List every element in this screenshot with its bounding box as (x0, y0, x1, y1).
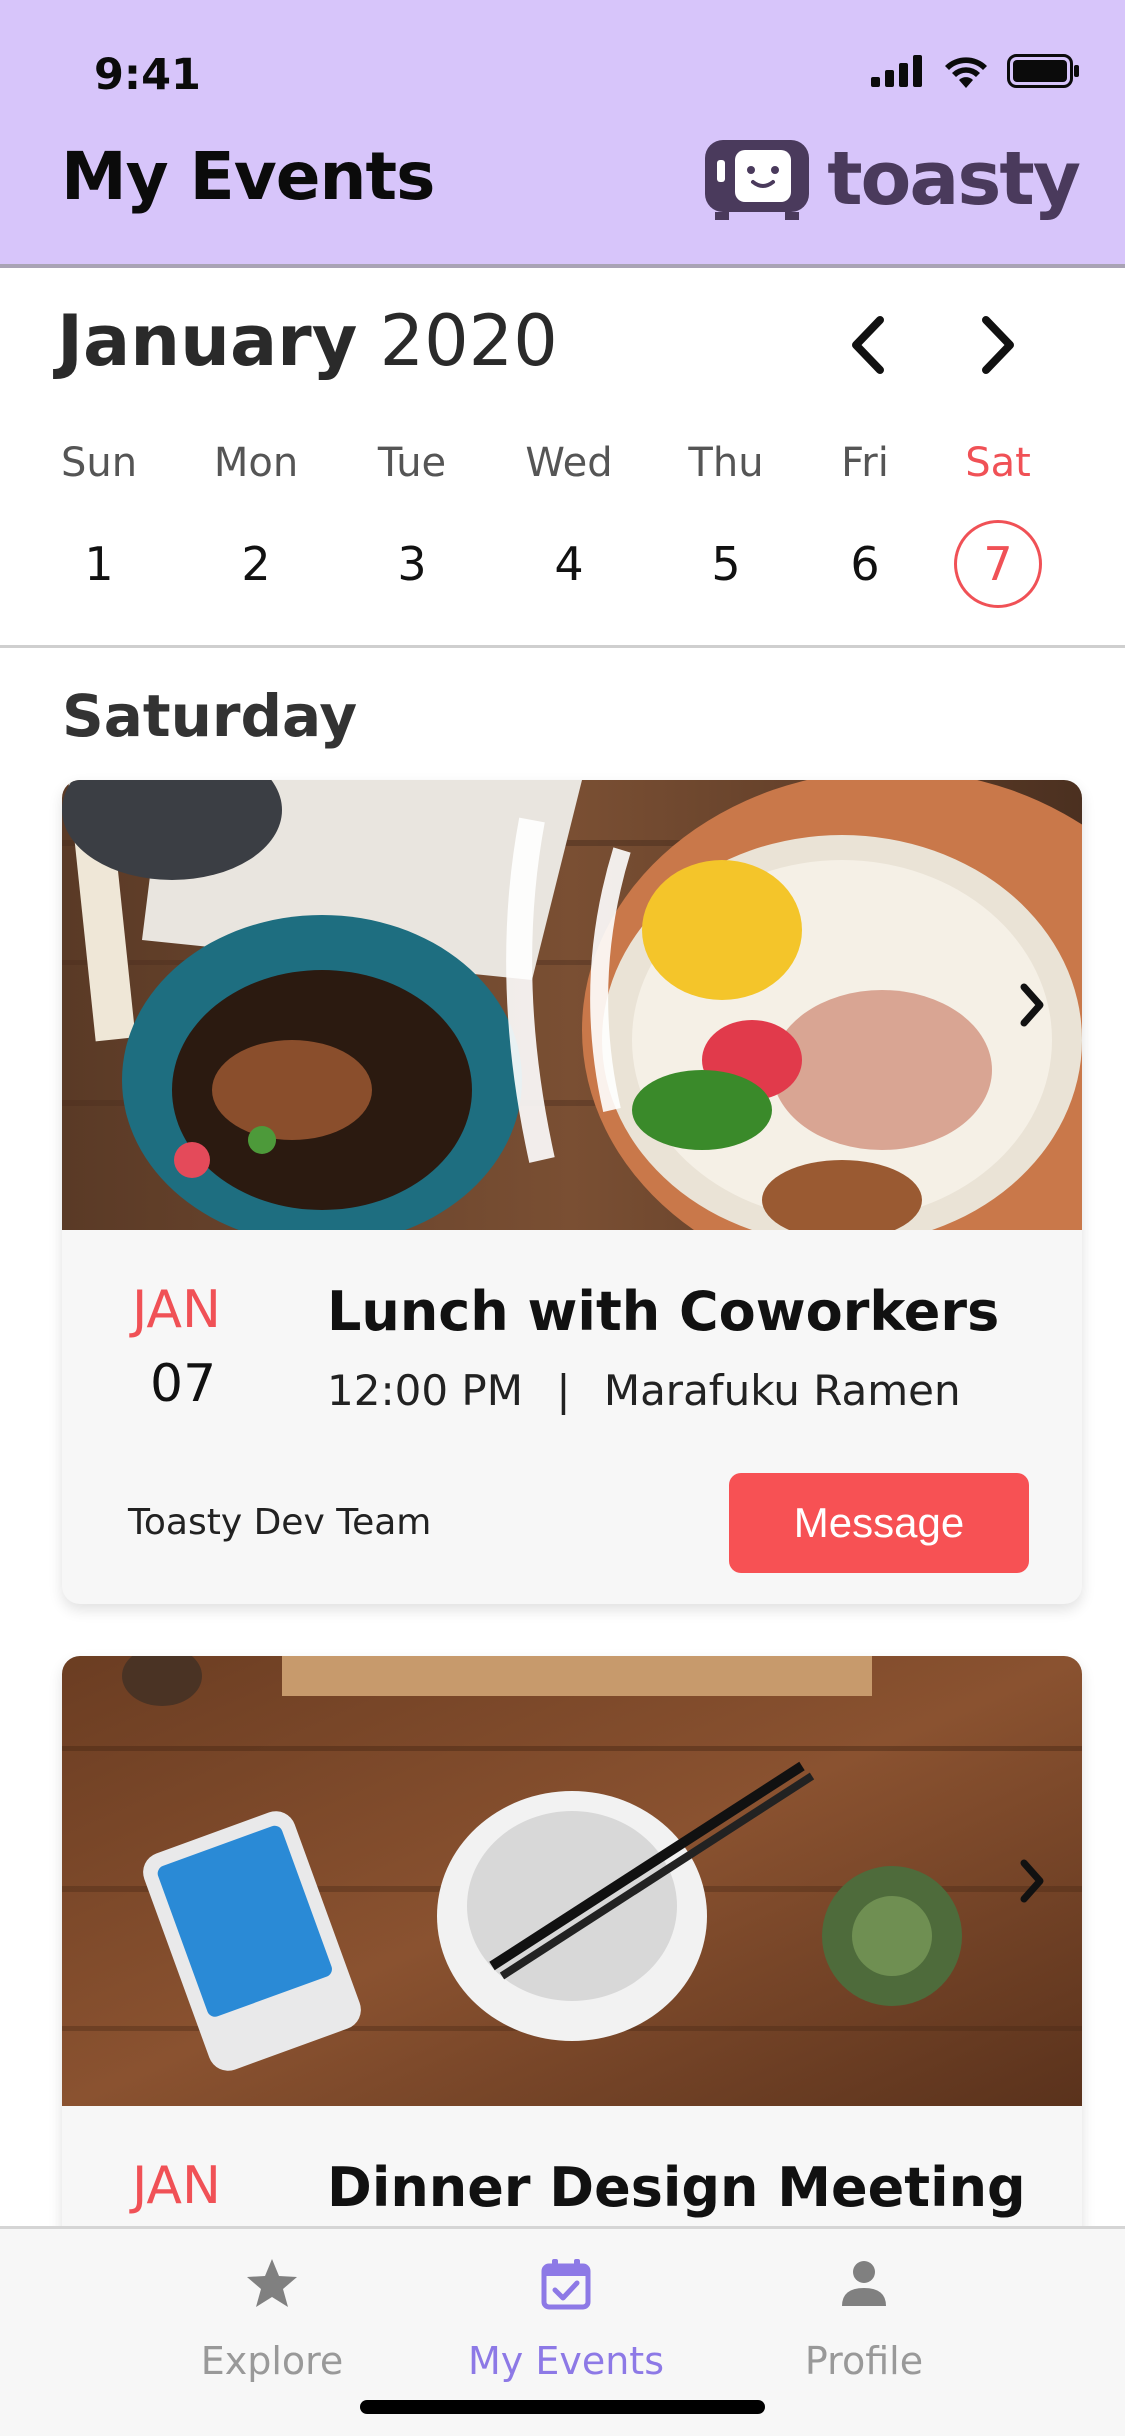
status-icons (871, 54, 1081, 88)
section-title: Saturday (62, 682, 358, 750)
event-date-month: JAN (132, 2156, 221, 2216)
day-thu[interactable]: Thu 5 (656, 440, 796, 591)
event-organizer: Toasty Dev Team (128, 1502, 432, 1543)
event-card[interactable]: JAN 07 Lunch with Coworkers 12:00 PM | M… (62, 780, 1082, 1604)
previous-week-button[interactable] (828, 305, 908, 385)
day-sun[interactable]: Sun 1 (29, 440, 169, 591)
meta-separator: | (556, 1366, 571, 1415)
ramen-bowl-photo (62, 780, 1082, 1230)
week-strip: Sun 1 Mon 2 Tue 3 Wed 4 Thu 5 Fri 6 Sat … (0, 440, 1125, 640)
event-title: Dinner Design Meeting (327, 2156, 1026, 2219)
app-header: 9:41 My Events toasty (0, 0, 1125, 268)
empty-bowl-chopsticks-photo (62, 1656, 1082, 2106)
day-name: Sun (60, 440, 138, 486)
event-details: 12:00 PM | Marafuku Ramen (327, 1366, 961, 1415)
tab-my-events[interactable]: My Events (456, 2249, 676, 2383)
next-image-button[interactable] (1002, 970, 1062, 1040)
day-sat-selected[interactable]: Sat 7 (928, 440, 1068, 608)
day-name: Wed (525, 440, 613, 486)
month-title: January 2020 (57, 300, 558, 382)
page-title: My Events (61, 138, 435, 215)
tab-explore[interactable]: Explore (162, 2249, 382, 2383)
chevron-right-icon (1020, 983, 1044, 1027)
signal-icon (871, 55, 922, 87)
day-mon[interactable]: Mon 2 (186, 440, 326, 591)
day-number-selected: 7 (954, 520, 1042, 608)
wifi-icon (945, 57, 987, 88)
day-name: Thu (688, 440, 764, 486)
star-icon (247, 2259, 297, 2307)
calendar-check-icon (541, 2259, 591, 2310)
day-number: 2 (241, 537, 271, 591)
day-number: 5 (711, 537, 741, 591)
day-name: Fri (841, 440, 889, 486)
battery-icon (1007, 54, 1079, 88)
next-week-button[interactable] (958, 305, 1038, 385)
person-icon (842, 2261, 886, 2306)
tab-label: Profile (804, 2339, 924, 2383)
chevron-right-icon (982, 316, 1014, 374)
toaster-icon (705, 140, 810, 220)
chevron-right-icon (1020, 1859, 1044, 1903)
month-label: January (57, 300, 358, 382)
tab-label: My Events (467, 2339, 664, 2383)
day-number: 1 (84, 537, 114, 591)
day-number: 6 (850, 537, 880, 591)
day-name: Tue (377, 440, 447, 486)
event-time: 12:00 PM (327, 1366, 523, 1415)
message-button[interactable]: Message (729, 1473, 1029, 1573)
day-fri[interactable]: Fri 6 (795, 440, 935, 591)
home-indicator[interactable] (360, 2400, 765, 2414)
year-label: 2020 (379, 300, 558, 382)
event-date-month: JAN (132, 1280, 221, 1340)
day-number: 3 (397, 537, 427, 591)
toasty-logo[interactable]: toasty (701, 136, 1081, 222)
day-name: Sat (965, 440, 1031, 486)
event-title: Lunch with Coworkers (327, 1280, 1000, 1343)
day-name: Mon (213, 440, 299, 486)
calendar-divider (0, 645, 1125, 648)
event-date-day: 07 (150, 1354, 217, 1414)
next-image-button[interactable] (1002, 1846, 1062, 1916)
tab-profile[interactable]: Profile (754, 2249, 974, 2383)
day-tue[interactable]: Tue 3 (342, 440, 482, 591)
status-time: 9:41 (94, 50, 201, 100)
day-wed[interactable]: Wed 4 (499, 440, 639, 591)
tab-label: Explore (200, 2339, 344, 2383)
logo-text: toasty (827, 136, 1081, 222)
day-number: 4 (554, 537, 584, 591)
chevron-left-icon (852, 316, 884, 374)
event-location: Marafuku Ramen (603, 1366, 961, 1415)
